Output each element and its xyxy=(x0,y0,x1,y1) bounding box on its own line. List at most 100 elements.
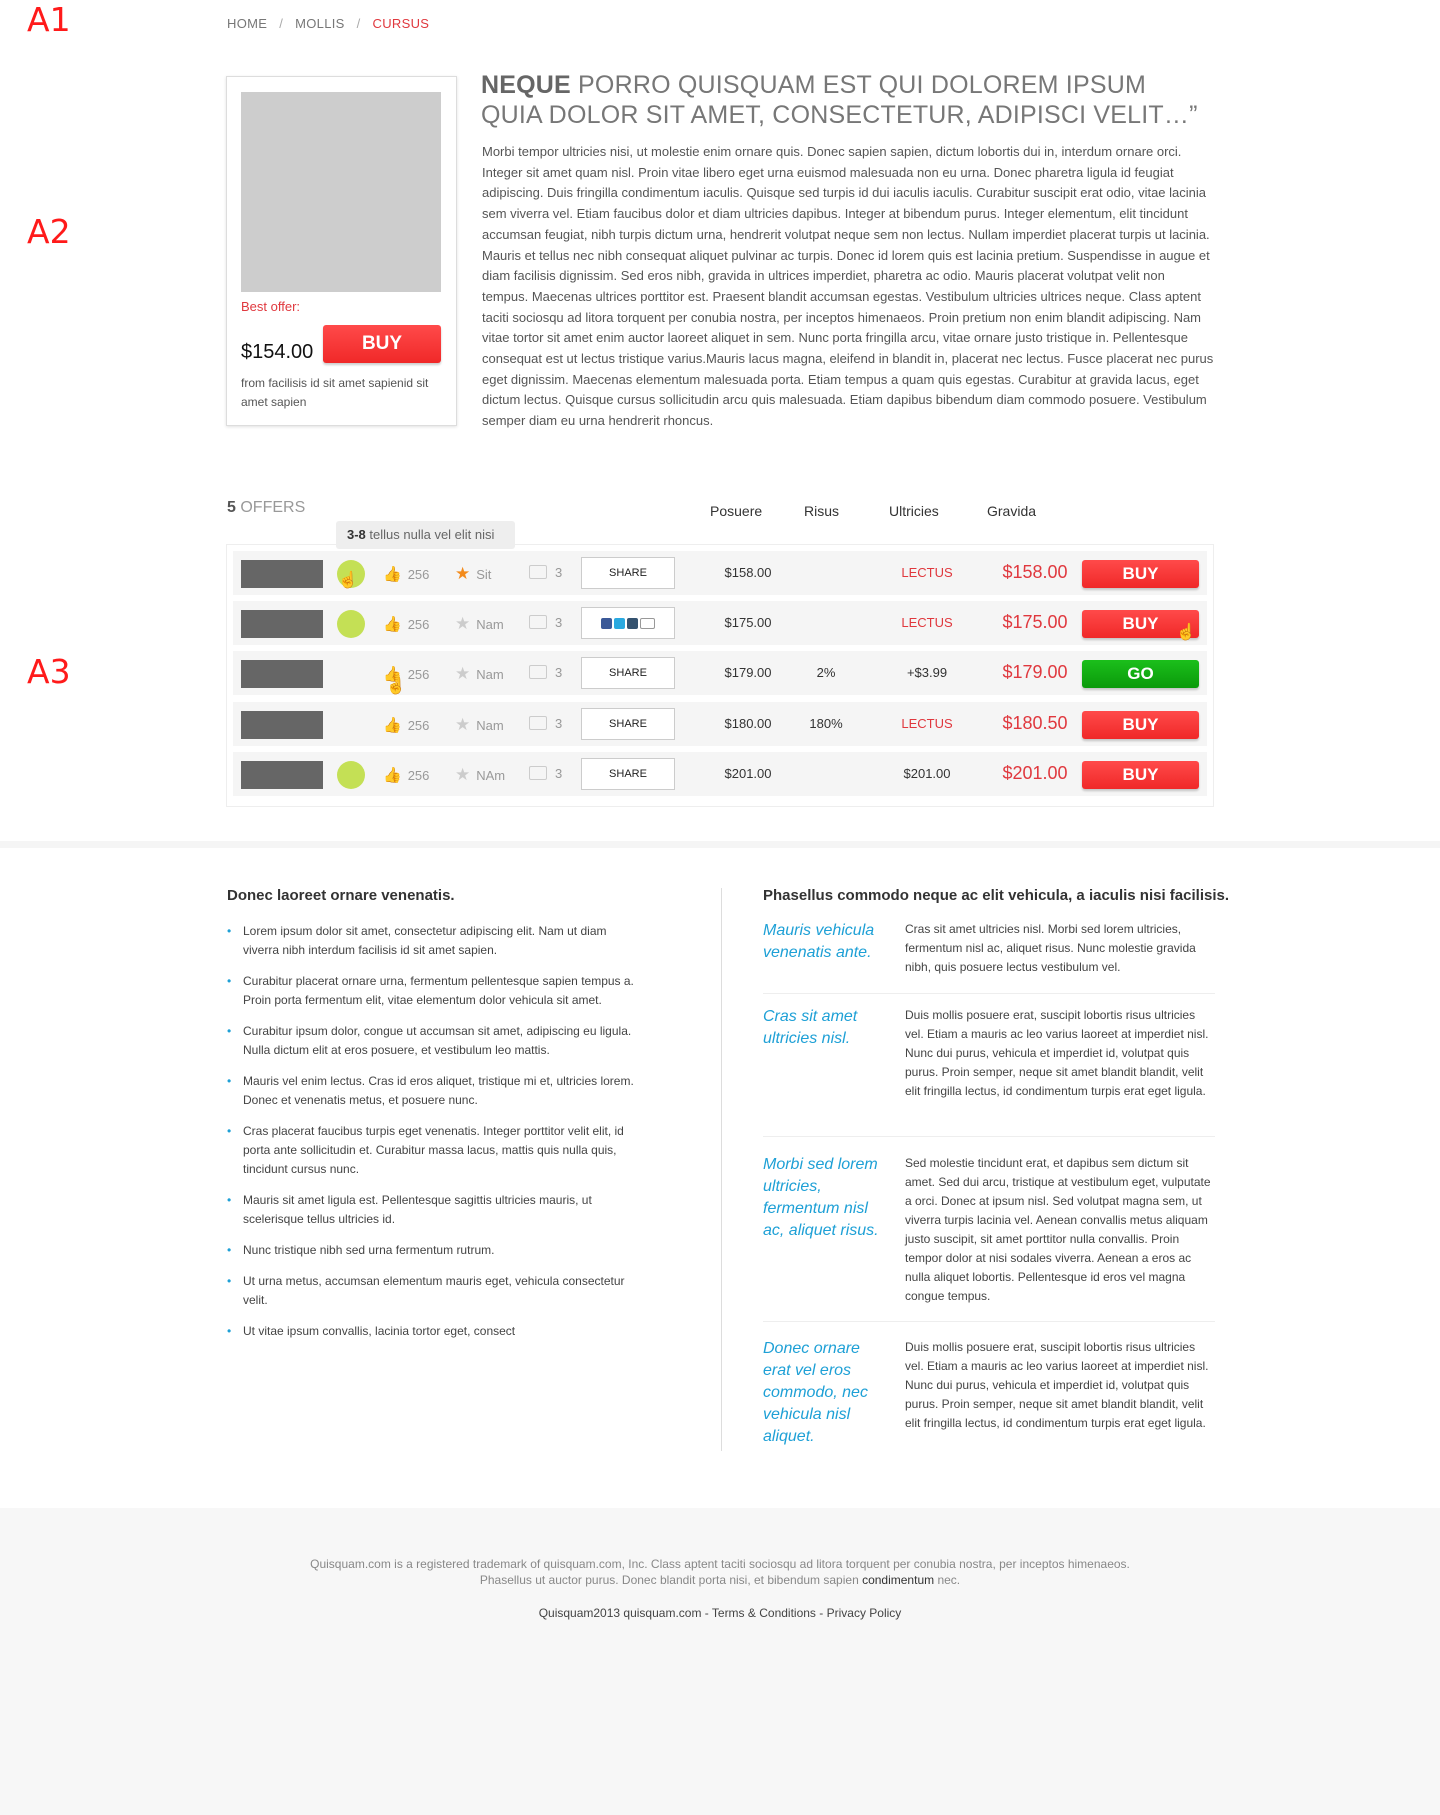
comments[interactable]: 3 xyxy=(529,665,562,680)
column-header-risus[interactable]: Risus xyxy=(804,503,839,519)
column-header-posuere[interactable]: Posuere xyxy=(710,503,762,519)
facebook-icon[interactable] xyxy=(601,618,612,629)
feature-item: Cras sit amet ultricies nisl. Duis molli… xyxy=(763,1006,1215,1137)
label-a2: A2 xyxy=(27,212,71,251)
ultricies-value: $201.00 xyxy=(903,766,951,781)
buy-button[interactable]: BUY xyxy=(1082,711,1199,739)
thumbs-up-icon: 👍 xyxy=(383,717,402,734)
comments[interactable]: 3 xyxy=(529,716,562,731)
footer-links: Quisquam2013 quisquam.com - Terms & Cond… xyxy=(300,1606,1140,1620)
thumbs-up-icon: 👍 xyxy=(383,566,402,583)
email-icon[interactable] xyxy=(640,618,655,629)
share-button[interactable]: SHARE xyxy=(581,708,675,740)
offer-logo[interactable] xyxy=(241,711,323,739)
star-icon: ★ xyxy=(455,614,471,633)
table-row: 👍 256 ★ Nam 3 SHARE $179.00 2% +$3.99 $179… xyxy=(233,651,1207,695)
favorite[interactable]: ★ Nam xyxy=(455,614,504,634)
buy-button[interactable]: BUY xyxy=(1082,761,1199,789)
offer-logo[interactable] xyxy=(241,560,323,588)
offers-count-label: OFFERS xyxy=(235,499,306,516)
comment-count: 3 xyxy=(555,615,563,630)
list-item: Ut vitae ipsum convallis, lacinia tortor… xyxy=(227,1322,637,1341)
posuere-value: $201.00 xyxy=(724,766,772,781)
gravida-price: $158.00 xyxy=(1002,562,1068,582)
posuere-value: $180.00 xyxy=(724,716,772,731)
section-divider xyxy=(0,841,1440,848)
comments[interactable]: 3 xyxy=(529,565,562,580)
bullet-list: Lorem ipsum dolor sit amet, consectetur … xyxy=(227,922,637,1353)
breadcrumb-mollis[interactable]: MOLLIS xyxy=(295,16,344,31)
favorite[interactable]: ★ Sit xyxy=(455,564,491,584)
favorite[interactable]: ★ Nam xyxy=(455,664,504,684)
likes[interactable]: 👍 256 xyxy=(383,766,429,784)
feature-text: Cras sit amet ultricies nisl. Morbi sed … xyxy=(905,922,1196,974)
privacy-link[interactable]: Privacy Policy xyxy=(827,1606,902,1620)
share-button[interactable]: SHARE xyxy=(581,557,675,589)
product-card: Best offer: $154.00 BUY from facilisis i… xyxy=(226,76,457,426)
table-row: 👍 256 ★ Nam 3 SHARE $180.00 180% LECTUS $1… xyxy=(233,702,1207,746)
star-label: Sit xyxy=(476,567,492,582)
footer-legal-highlight: condimentum xyxy=(862,1573,935,1587)
share-button[interactable]: SHARE xyxy=(581,758,675,790)
hand-cursor-icon: ☝ xyxy=(386,678,406,695)
star-label: NAm xyxy=(476,768,506,783)
twitter-icon[interactable] xyxy=(614,618,625,629)
footer: Quisquam.com is a registered trademark o… xyxy=(0,1508,1440,1815)
column-header-ultricies[interactable]: Ultricies xyxy=(889,503,939,519)
tumblr-icon[interactable] xyxy=(627,618,638,629)
comments[interactable]: 3 xyxy=(529,766,562,781)
comment-icon xyxy=(529,565,547,579)
share-button[interactable]: SHARE xyxy=(581,657,675,689)
feature-quote: Donec ornare erat vel eros commodo, nec … xyxy=(763,1340,868,1445)
feature-text: Duis mollis posuere erat, suscipit lobor… xyxy=(905,1008,1209,1098)
social-share-buttons xyxy=(581,607,675,639)
tooltip-text: tellus nulla vel elit nisi xyxy=(365,527,495,542)
favorite[interactable]: ★ NAm xyxy=(455,765,505,785)
likes[interactable]: 👍 256 xyxy=(383,716,429,734)
comment-count: 3 xyxy=(555,565,563,580)
likes[interactable]: 👍 256 xyxy=(383,615,429,633)
left-section-title: Donec laoreet ornare venenatis. xyxy=(227,887,455,904)
comment-icon xyxy=(529,665,547,679)
ultricies-value: LECTUS xyxy=(901,565,953,580)
star-icon: ★ xyxy=(455,564,471,583)
rating-dot[interactable] xyxy=(337,761,365,789)
footer-copyright: Quisquam2013 quisquam.com - xyxy=(538,1606,712,1620)
go-button[interactable]: GO xyxy=(1082,660,1199,688)
offers-table: 👍 256 ★ Sit 3 SHARE $158.00 LECTUS $158.00… xyxy=(226,544,1214,807)
feature-item: Morbi sed lorem ultricies, fermentum nis… xyxy=(763,1154,1215,1322)
ultricies-value: +$3.99 xyxy=(906,665,948,680)
feature-quote: Morbi sed lorem ultricies, fermentum nis… xyxy=(763,1156,879,1239)
gravida-price: $179.00 xyxy=(1002,662,1068,682)
offer-logo[interactable] xyxy=(241,610,323,638)
star-label: Nam xyxy=(476,617,504,632)
footer-legal-text: Quisquam.com is a registered trademark o… xyxy=(310,1557,1130,1587)
offer-logo[interactable] xyxy=(241,761,323,789)
posuere-value: $179.00 xyxy=(724,665,772,680)
list-item: Nunc tristique nibh sed urna fermentum r… xyxy=(227,1241,637,1260)
list-item: Cras placerat faucibus turpis eget venen… xyxy=(227,1122,637,1179)
star-label: Nam xyxy=(476,718,504,733)
column-divider xyxy=(721,888,722,1451)
terms-link[interactable]: Terms & Conditions xyxy=(712,1606,816,1620)
product-image xyxy=(241,92,441,292)
page-title: NEQUE PORRO QUISQUAM EST QUI DOLOREM IPS… xyxy=(481,70,1211,130)
likes-count: 256 xyxy=(407,617,430,632)
label-a1: A1 xyxy=(27,0,71,39)
rating-dot[interactable] xyxy=(337,610,365,638)
comment-count: 3 xyxy=(555,716,563,731)
list-item: Lorem ipsum dolor sit amet, consectetur … xyxy=(227,922,637,960)
footer-separator: - xyxy=(815,1606,827,1620)
comment-count: 3 xyxy=(555,766,563,781)
buy-button[interactable]: BUY xyxy=(323,325,441,363)
offer-logo[interactable] xyxy=(241,660,323,688)
column-header-gravida[interactable]: Gravida xyxy=(987,503,1036,519)
breadcrumb-home[interactable]: HOME xyxy=(227,16,267,31)
posuere-value: $175.00 xyxy=(724,615,772,630)
comments[interactable]: 3 xyxy=(529,615,562,630)
likes[interactable]: 👍 256 xyxy=(383,565,429,583)
feature-item: Mauris vehicula venenatis ante. Cras sit… xyxy=(763,920,1215,994)
favorite[interactable]: ★ Nam xyxy=(455,715,504,735)
buy-button[interactable]: BUY xyxy=(1082,560,1199,588)
list-item: Curabitur ipsum dolor, congue ut accumsa… xyxy=(227,1022,637,1060)
